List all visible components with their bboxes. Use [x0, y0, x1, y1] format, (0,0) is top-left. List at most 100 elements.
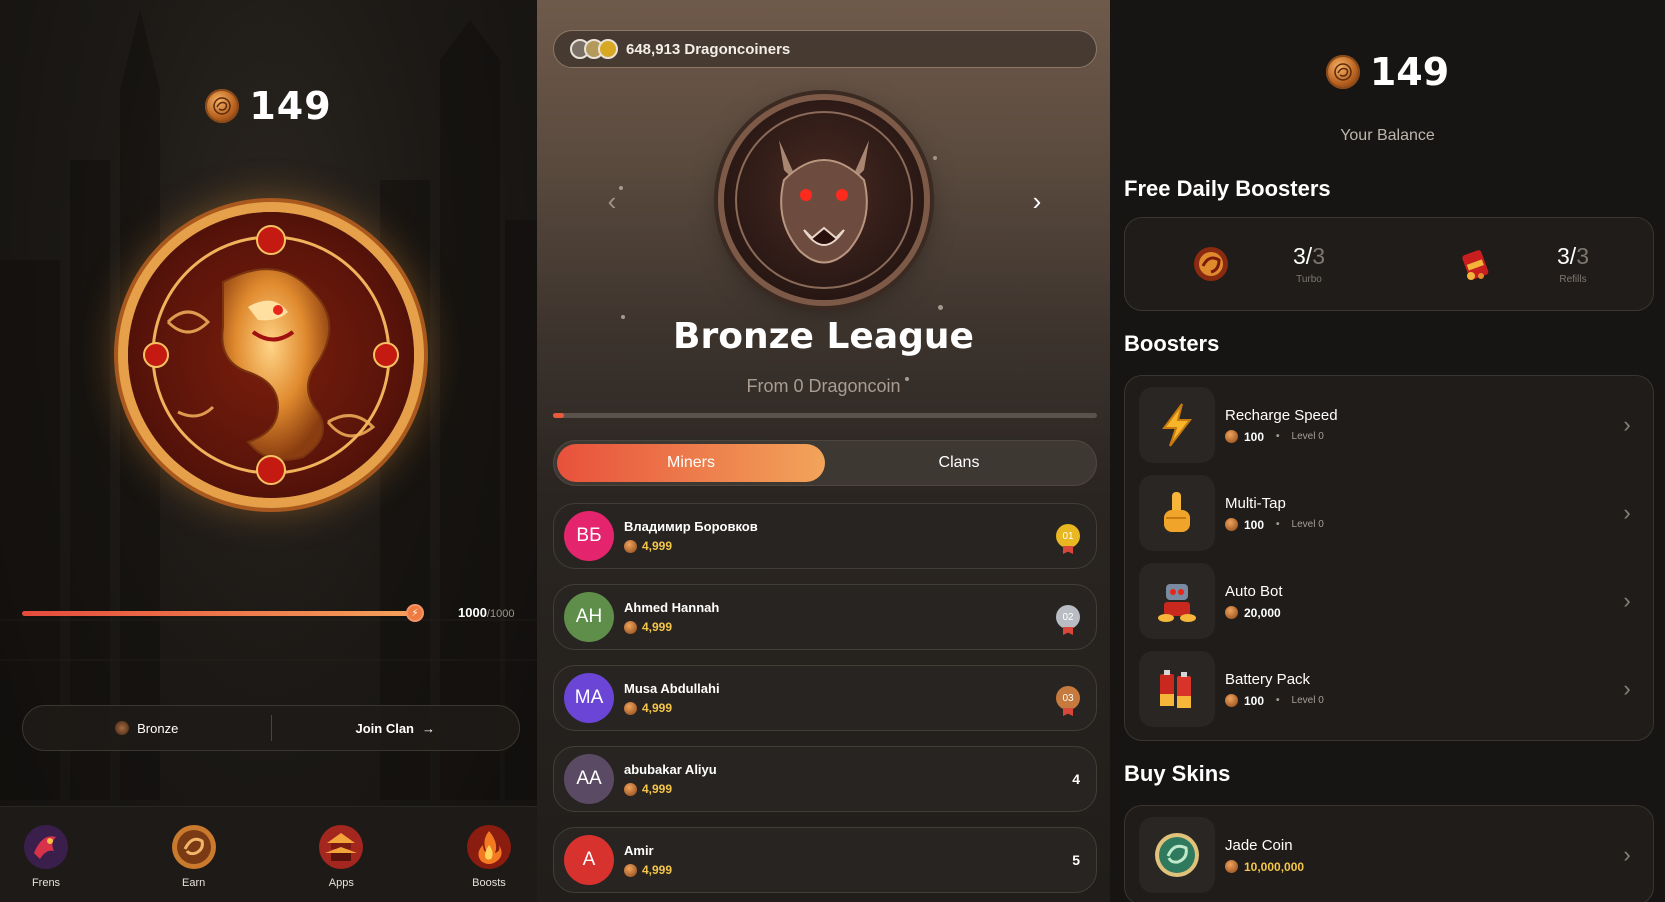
- dragon-head-icon: [735, 111, 913, 289]
- balance-value: 149: [1369, 50, 1450, 94]
- avatar: AA: [564, 754, 614, 804]
- sparkle-dot: [619, 186, 623, 190]
- league-progress-bar: [553, 413, 1097, 418]
- coin-icon: [1225, 518, 1238, 531]
- booster-recharge-speed[interactable]: Recharge Speed 100 • Level 0 ›: [1139, 386, 1639, 464]
- join-clan-label: Join Clan: [355, 720, 414, 736]
- energy-current: 1000: [458, 605, 487, 620]
- player-score: 4,999: [642, 782, 673, 796]
- dragon-turbo-icon: [1189, 242, 1233, 286]
- bronze-league-emblem: [724, 100, 924, 300]
- balance-display: 149: [0, 84, 537, 128]
- booster-name: Auto Bot: [1225, 582, 1283, 600]
- leaderboard-list: ВБ Владимир Боровков 4,999 01 AH Ahmed H…: [553, 503, 1097, 902]
- league-title: Bronze League: [673, 316, 974, 357]
- energy-bar: [22, 611, 422, 616]
- bronze-medal-icon: 03: [1056, 686, 1080, 710]
- balance-display: 149: [1110, 50, 1665, 94]
- refills-booster[interactable]: 3/3 Refills: [1389, 242, 1653, 286]
- player-name: Ahmed Hannah: [624, 600, 720, 615]
- avatar: AH: [564, 592, 614, 642]
- coin-icon: [624, 782, 637, 796]
- tab-clans[interactable]: Clans: [825, 444, 1093, 482]
- arrow-right-icon: →: [422, 720, 435, 736]
- booster-auto-bot[interactable]: Auto Bot 20,000 ›: [1139, 562, 1639, 640]
- chevron-right-icon[interactable]: ›: [1027, 186, 1047, 216]
- boost-screen: 149 Your Balance Free Daily Boosters 3/3…: [1110, 0, 1665, 902]
- booster-price: 100: [1244, 693, 1265, 708]
- league-button[interactable]: Bronze: [23, 706, 271, 750]
- refills-count: 3: [1557, 243, 1570, 269]
- daily-boosters-card: 3/3 Turbo 3/3 Refills: [1124, 217, 1654, 311]
- refill-battery-icon: [1453, 242, 1497, 286]
- turbo-count: 3: [1293, 243, 1306, 269]
- app-screens: 149 ⚡ 1000/1000 Bronze Join Clan → Frens…: [0, 0, 1665, 902]
- coin-icon: [624, 539, 637, 553]
- leaderboard-row[interactable]: MA Musa Abdullahi 4,999 03: [553, 665, 1097, 731]
- skin-jade-coin[interactable]: Jade Coin 10,000,000 ›: [1139, 816, 1639, 894]
- skins-card: Jade Coin 10,000,000 ›: [1124, 805, 1654, 902]
- tab-miners[interactable]: Miners: [557, 444, 825, 482]
- booster-level: Level 0: [1291, 695, 1324, 706]
- energy-max: /1000: [486, 608, 515, 620]
- coin-icon: [1225, 606, 1238, 619]
- tab-label: Apps: [328, 877, 354, 889]
- players-count: 648,913 Dragoncoiners: [626, 40, 791, 58]
- player-score: 4,999: [642, 701, 673, 715]
- buy-skins-heading: Buy Skins: [1124, 761, 1231, 786]
- tap-screen: 149 ⚡ 1000/1000 Bronze Join Clan → Frens…: [0, 0, 537, 902]
- leaderboard-row[interactable]: AA abubakar Aliyu 4,999 4: [553, 746, 1097, 812]
- leaderboard-row[interactable]: A Amir 4,999 5: [553, 827, 1097, 893]
- player-score: 4,999: [642, 539, 673, 553]
- booster-level: Level 0: [1291, 519, 1324, 530]
- boosters-card: Recharge Speed 100 • Level 0 › Multi-Tap 1…: [1124, 375, 1654, 741]
- dragon-fire-icon: [22, 823, 70, 871]
- lightning-icon: ⚡: [406, 604, 424, 622]
- refills-total: 3: [1576, 243, 1589, 269]
- flame-icon: [465, 823, 513, 871]
- avatar: ВБ: [564, 511, 614, 561]
- coin-icon: [1225, 860, 1238, 873]
- chevron-left-icon[interactable]: ‹: [602, 186, 622, 216]
- tab-earn[interactable]: Earn: [166, 823, 222, 902]
- lightning-icon: [1162, 403, 1193, 447]
- league-screen: 648,913 Dragoncoiners ‹ › Bronze League …: [537, 0, 1110, 902]
- booster-name: Battery Pack: [1225, 670, 1311, 688]
- booster-battery-pack[interactable]: Battery Pack 100 • Level 0 ›: [1139, 650, 1639, 728]
- tap-coin-button[interactable]: [128, 212, 414, 498]
- coin-icon: [624, 620, 637, 634]
- refills-label: Refills: [1559, 274, 1587, 285]
- booster-name: Multi-Tap: [1225, 494, 1286, 512]
- chevron-right-icon: ›: [1623, 676, 1631, 701]
- player-name: Musa Abdullahi: [624, 681, 720, 696]
- robot-icon: [1158, 584, 1196, 622]
- tab-label: Frens: [31, 877, 61, 889]
- bottom-tab-bar: Frens Earn Apps Boosts: [0, 806, 537, 902]
- coin-icon: [624, 863, 637, 877]
- avatar-stack: [570, 39, 618, 59]
- leaderboard-row[interactable]: ВБ Владимир Боровков 4,999 01: [553, 503, 1097, 569]
- pagoda-icon: [317, 823, 365, 871]
- balance-label: Your Balance: [1340, 127, 1435, 144]
- join-clan-button[interactable]: Join Clan →: [272, 706, 520, 750]
- player-score: 4,999: [642, 863, 673, 877]
- dragon-coin-icon: [1325, 55, 1360, 89]
- turbo-label: Turbo: [1296, 274, 1322, 285]
- turbo-booster[interactable]: 3/3 Turbo: [1125, 242, 1389, 286]
- booster-multi-tap[interactable]: Multi-Tap 100 • Level 0 ›: [1139, 474, 1639, 552]
- tab-label: Boosts: [472, 877, 506, 889]
- tab-frens[interactable]: Frens: [18, 823, 74, 902]
- chevron-right-icon: ›: [1623, 588, 1631, 613]
- player-name: Amir: [624, 843, 654, 858]
- booster-price: 20,000: [1244, 605, 1281, 620]
- sparkle-dot: [938, 305, 943, 310]
- balance-value: 149: [249, 84, 332, 128]
- leaderboard-row[interactable]: AH Ahmed Hannah 4,999 02: [553, 584, 1097, 650]
- tab-boosts[interactable]: Boosts: [461, 823, 517, 902]
- tab-apps[interactable]: Apps: [313, 823, 369, 902]
- avatar: MA: [564, 673, 614, 723]
- leaderboard-toggle: Miners Clans: [553, 440, 1097, 486]
- booster-price: 100: [1244, 429, 1265, 444]
- booster-price: 100: [1244, 517, 1265, 532]
- skin-name: Jade Coin: [1225, 836, 1293, 854]
